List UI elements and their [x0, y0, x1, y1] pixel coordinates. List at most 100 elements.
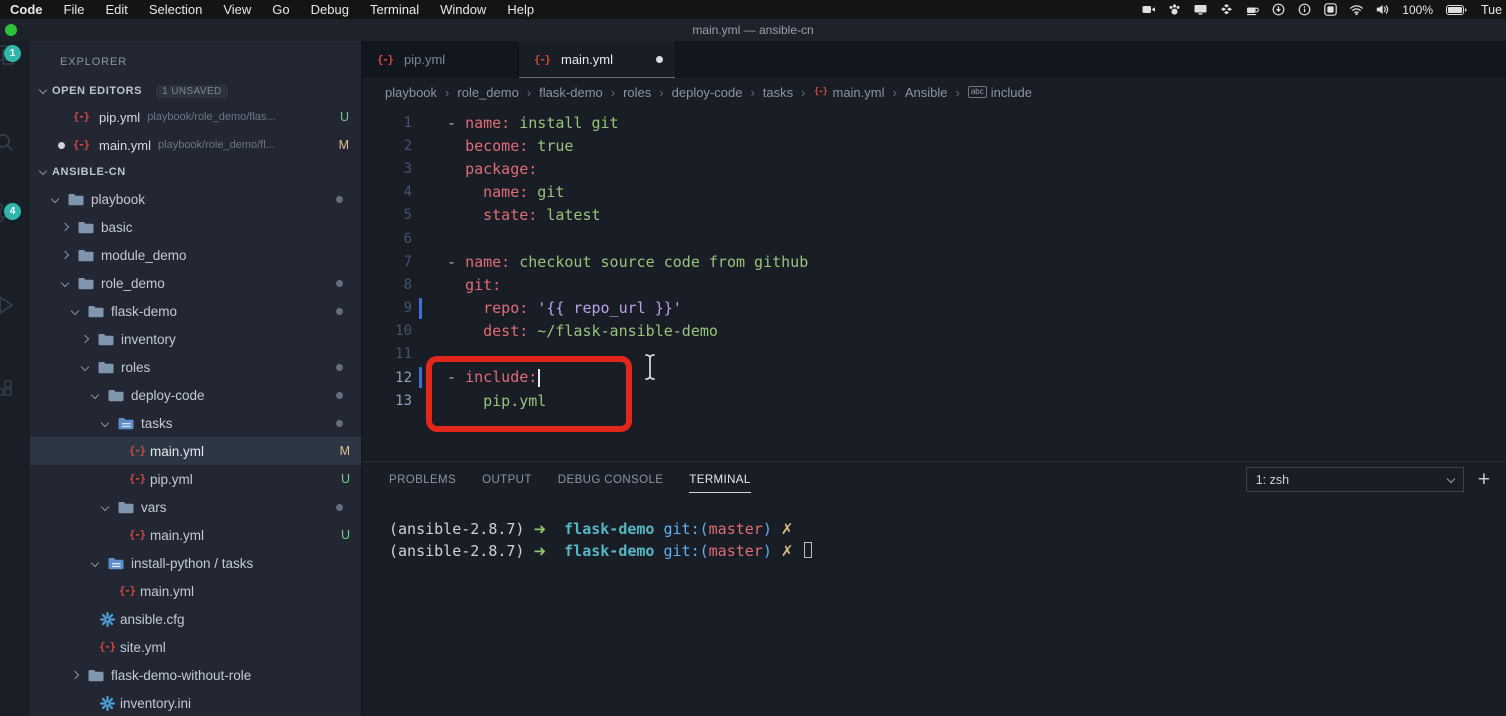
- code-editor[interactable]: 1- name: install git 2 become: true 3 pack…: [362, 106, 1506, 461]
- menu-go[interactable]: Go: [272, 2, 289, 17]
- app-menu-code[interactable]: Code: [10, 2, 43, 17]
- breadcrumb-roles[interactable]: roles: [623, 85, 651, 100]
- menu-edit[interactable]: Edit: [105, 2, 127, 17]
- menu-selection[interactable]: Selection: [149, 2, 202, 17]
- coffee-icon[interactable]: [1246, 3, 1260, 16]
- tree-item-label: main.yml: [150, 527, 205, 543]
- breadcrumb: playbook › role_demo › flask-demo › roles › depl…: [362, 78, 1506, 106]
- tree-folder-basic[interactable]: basic: [30, 213, 361, 241]
- menu-window[interactable]: Window: [440, 2, 486, 17]
- activity-explorer[interactable]: 1: [0, 41, 30, 97]
- tree-folder-flask-demo[interactable]: flask-demo: [30, 297, 361, 325]
- breadcrumb-main.yml[interactable]: main.yml: [813, 85, 884, 100]
- line-number: 1: [403, 114, 412, 131]
- menu-help[interactable]: Help: [507, 2, 534, 17]
- line-number: 12: [395, 369, 412, 386]
- tree-file-main.yml[interactable]: main.yml M: [30, 437, 361, 465]
- code-line-3[interactable]: 3 package:: [362, 157, 1506, 180]
- code-line-2[interactable]: 2 become: true: [362, 134, 1506, 157]
- breadcrumb-deploy-code[interactable]: deploy-code: [672, 85, 743, 100]
- open-editors-header[interactable]: OPEN EDITORS 1 UNSAVED: [30, 79, 361, 103]
- code-line-8[interactable]: 8 git:: [362, 273, 1506, 296]
- menu-file[interactable]: File: [64, 2, 85, 17]
- info-icon[interactable]: [1298, 3, 1311, 16]
- new-terminal-button[interactable]: [1478, 470, 1490, 490]
- traffic-light-green[interactable]: [5, 24, 17, 36]
- menu-debug[interactable]: Debug: [311, 2, 349, 17]
- tree-file-inventory.ini[interactable]: inventory.ini: [30, 689, 361, 716]
- camera-icon[interactable]: [1142, 3, 1156, 16]
- tree-folder-inventory[interactable]: inventory: [30, 325, 361, 353]
- tree-folder-tasks[interactable]: tasks: [30, 409, 361, 437]
- breadcrumb-ansible[interactable]: Ansible: [905, 85, 948, 100]
- code-line-11[interactable]: 11: [362, 343, 1506, 366]
- terminal-output[interactable]: (ansible-2.8.7) ➜ flask-demo git:(master…: [362, 497, 1506, 563]
- code-line-4[interactable]: 4 name: git: [362, 181, 1506, 204]
- panel-tab-terminal[interactable]: TERMINAL: [689, 462, 752, 497]
- chevron-down-icon: [70, 306, 80, 316]
- activity-extensions[interactable]: [0, 375, 30, 431]
- tree-file-pip.yml[interactable]: pip.yml U: [30, 465, 361, 493]
- input-source-icon[interactable]: [1324, 3, 1338, 16]
- tree-folder-role-demo[interactable]: role_demo: [30, 269, 361, 297]
- gear-icon: [98, 611, 116, 627]
- tree-file-site.yml[interactable]: site.yml: [30, 633, 361, 661]
- paw-icon[interactable]: [1168, 3, 1181, 16]
- open-editor-path: playbook/role_demo/fl...: [158, 139, 275, 151]
- code-line-1[interactable]: 1 - name: install git: [362, 111, 1506, 134]
- activity-search[interactable]: [0, 129, 30, 185]
- tree-folder-module-demo[interactable]: module_demo: [30, 241, 361, 269]
- panel-tab-problems[interactable]: PROBLEMS: [389, 462, 456, 497]
- code-line-7[interactable]: 7 - name: checkout source code from githu…: [362, 250, 1506, 273]
- tree-item-label: pip.yml: [150, 471, 193, 487]
- menu-terminal[interactable]: Terminal: [370, 2, 419, 17]
- project-header[interactable]: ANSIBLE-CN: [30, 159, 361, 185]
- chevron-down-icon: [80, 362, 90, 372]
- editor-tab-main.yml[interactable]: main.yml: [519, 41, 676, 78]
- breadcrumb-separator-icon: ›: [526, 84, 532, 100]
- panel-tab-debug-console[interactable]: DEBUG CONSOLE: [558, 462, 664, 497]
- tree-folder-install-python-tasks[interactable]: install-python / tasks: [30, 549, 361, 577]
- tree-folder-flask-demo-without-role[interactable]: flask-demo-without-role: [30, 661, 361, 689]
- code-line-12[interactable]: 12 - include:: [362, 366, 1506, 389]
- modified-dot-icon: [336, 279, 343, 287]
- breadcrumb-include[interactable]: abc include: [967, 85, 1032, 100]
- tree-folder-deploy-code[interactable]: deploy-code: [30, 381, 361, 409]
- download-icon[interactable]: [1272, 3, 1285, 16]
- menubar-status-icons: 100% Tue: [1142, 0, 1506, 19]
- tree-file-main.yml[interactable]: main.yml U: [30, 521, 361, 549]
- breadcrumb-label: tasks: [762, 84, 794, 100]
- activity-source-control[interactable]: 4: [0, 199, 30, 255]
- open-editor-pip.yml[interactable]: pip.yml playbook/role_demo/flas... U: [30, 103, 361, 131]
- wifi-icon[interactable]: [1350, 3, 1364, 16]
- chevron-down-icon: [38, 166, 48, 176]
- code-line-10[interactable]: 10 dest: ~/flask-ansible-demo: [362, 320, 1506, 343]
- breadcrumb-flask-demo[interactable]: flask-demo: [539, 85, 603, 100]
- breadcrumb-playbook[interactable]: playbook: [385, 85, 437, 100]
- line-number: 4: [403, 184, 412, 201]
- code-line-9[interactable]: 9 repo: '{{ repo_url }}': [362, 297, 1506, 320]
- tree-folder-playbook[interactable]: playbook: [30, 185, 361, 213]
- unsaved-count-badge: 1 UNSAVED: [156, 84, 228, 98]
- breadcrumb-tasks[interactable]: tasks: [763, 85, 793, 100]
- breadcrumb-role-demo[interactable]: role_demo: [457, 85, 518, 100]
- editor-tab-pip.yml[interactable]: pip.yml: [362, 41, 519, 78]
- tree-file-ansible.cfg[interactable]: ansible.cfg: [30, 605, 361, 633]
- code-line-6[interactable]: 6: [362, 227, 1506, 250]
- activity-debug[interactable]: [0, 291, 30, 347]
- tree-folder-roles[interactable]: roles: [30, 353, 361, 381]
- menu-view[interactable]: View: [223, 2, 251, 17]
- dropbox-icon[interactable]: [1220, 3, 1233, 16]
- window-titlebar[interactable]: main.yml — ansible-cn: [0, 19, 1506, 41]
- panel-tab-output[interactable]: OUTPUT: [482, 462, 532, 497]
- open-editor-main.yml[interactable]: main.yml playbook/role_demo/fl... M: [30, 131, 361, 159]
- tree-file-main.yml[interactable]: main.yml: [30, 577, 361, 605]
- volume-icon[interactable]: [1376, 3, 1389, 16]
- bottom-panel: PROBLEMS OUTPUT DEBUG CONSOLE TERMINAL 1: z…: [362, 461, 1506, 716]
- display-icon[interactable]: [1194, 3, 1207, 16]
- terminal-shell-select[interactable]: 1: zsh: [1245, 467, 1464, 492]
- folder-icon: [68, 193, 84, 206]
- tree-folder-vars[interactable]: vars: [30, 493, 361, 521]
- code-line-5[interactable]: 5 state: latest: [362, 204, 1506, 227]
- code-line-13[interactable]: 13 pip.yml: [362, 389, 1506, 412]
